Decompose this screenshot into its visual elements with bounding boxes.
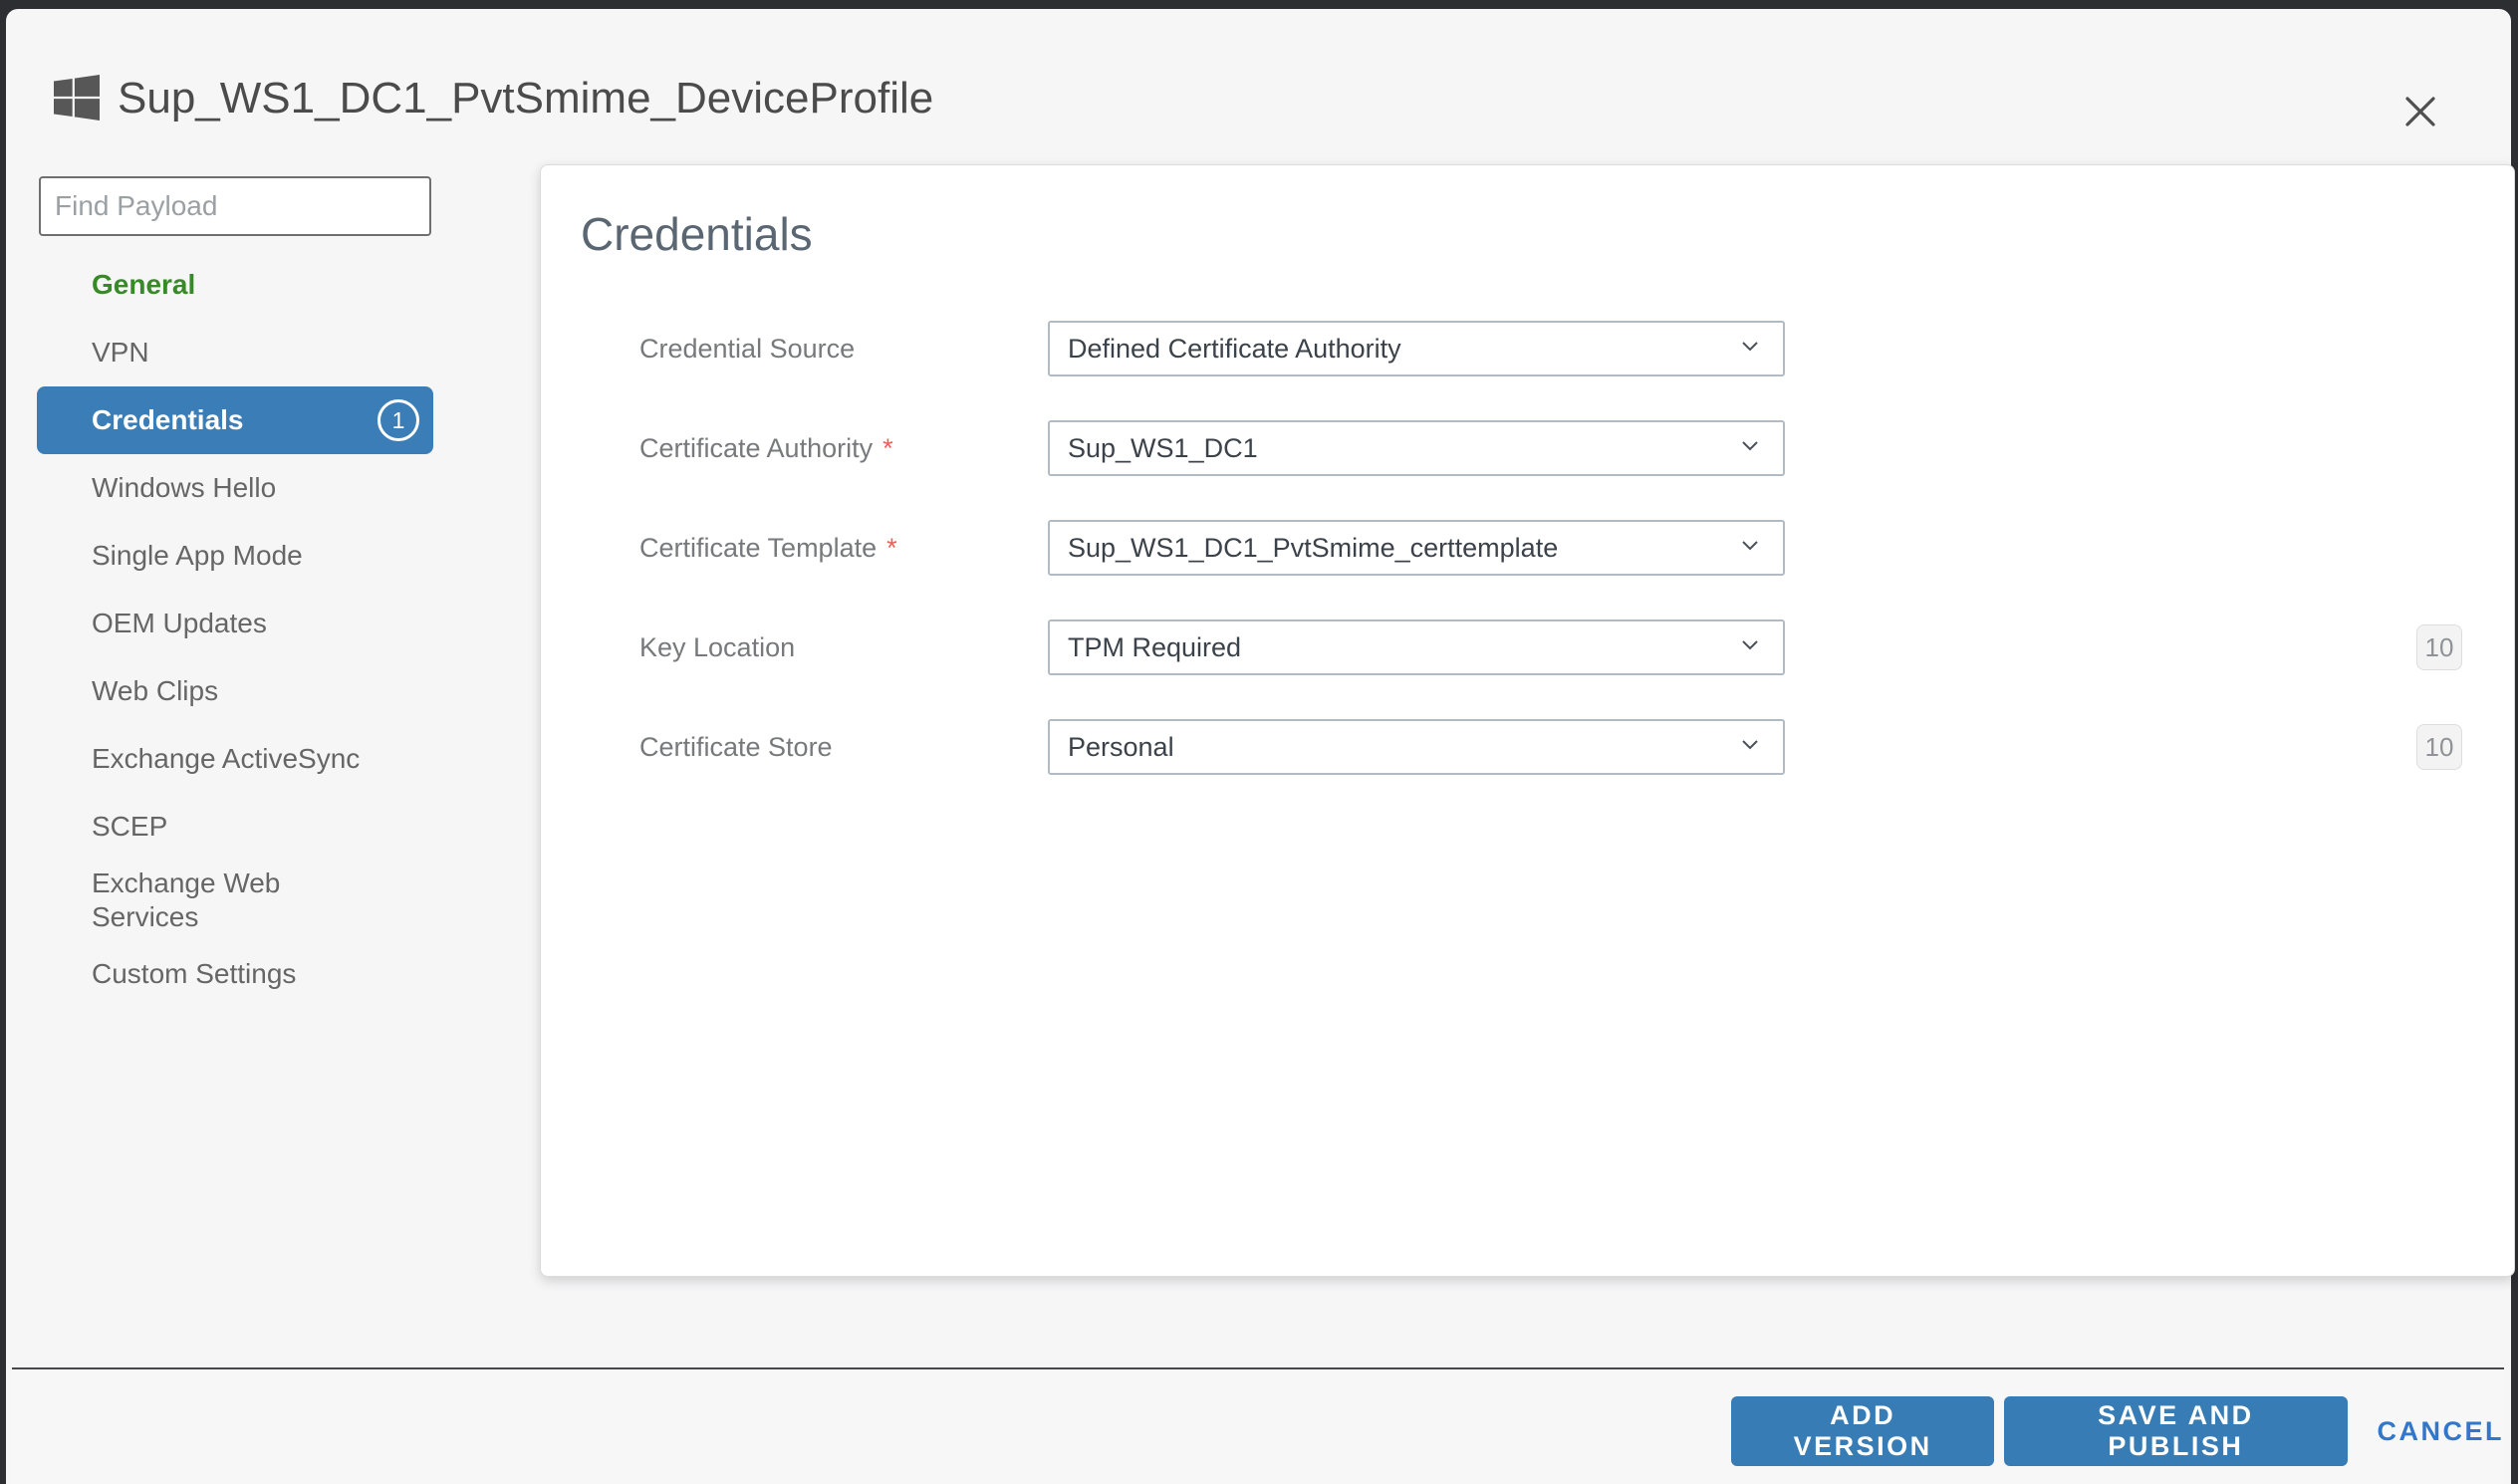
required-marker: * <box>882 433 893 463</box>
select-key-location[interactable]: TPM Required <box>1048 619 1785 675</box>
sidebar-item-vpn[interactable]: VPN <box>37 319 433 386</box>
select-credential-source[interactable]: Defined Certificate Authority <box>1048 321 1785 376</box>
select-value: Sup_WS1_DC1_PvtSmime_certtemplate <box>1068 533 1558 564</box>
form-row: Certificate Authority* Sup_WS1_DC1 <box>639 420 2462 476</box>
sidebar-item-label: Exchange Web Services <box>92 866 380 934</box>
form-row: Credential Source Defined Certificate Au… <box>639 321 2462 376</box>
device-profile-dialog: Sup_WS1_DC1_PvtSmime_DeviceProfile Gener… <box>6 9 2511 1484</box>
sidebar-item-label: Web Clips <box>92 674 218 708</box>
chevron-down-icon <box>1741 439 1759 457</box>
close-icon <box>2403 95 2437 131</box>
dialog-title: Sup_WS1_DC1_PvtSmime_DeviceProfile <box>118 73 933 124</box>
field-label: Certificate Store <box>639 732 1048 763</box>
sidebar-item-label: SCEP <box>92 810 167 844</box>
form-row: Key Location TPM Required 10 <box>639 619 2462 675</box>
sidebar-item-label: Windows Hello <box>92 471 276 505</box>
field-count-badge: 10 <box>2416 624 2462 670</box>
chevron-down-icon <box>1741 539 1759 557</box>
select-certificate-template[interactable]: Sup_WS1_DC1_PvtSmime_certtemplate <box>1048 520 1785 576</box>
sidebar-item-label: VPN <box>92 336 149 370</box>
footer: ADD VERSION SAVE AND PUBLISH CANCEL <box>12 1369 2504 1484</box>
sidebar-item-scep[interactable]: SCEP <box>37 793 433 861</box>
sidebar-item-oem-updates[interactable]: OEM Updates <box>37 590 433 657</box>
sidebar-item-label: Custom Settings <box>92 957 296 991</box>
find-payload-input[interactable] <box>39 176 431 236</box>
sidebar-item-exchange-activesync[interactable]: Exchange ActiveSync <box>37 725 433 793</box>
field-label: Certificate Authority* <box>639 433 1048 464</box>
required-marker: * <box>886 533 897 563</box>
sidebar-item-credentials[interactable]: Credentials 1 <box>37 386 433 454</box>
chevron-down-icon <box>1741 738 1759 756</box>
payload-nav: General VPN Credentials 1 Windows Hello … <box>37 251 433 1008</box>
sidebar-item-windows-hello[interactable]: Windows Hello <box>37 454 433 522</box>
select-certificate-authority[interactable]: Sup_WS1_DC1 <box>1048 420 1785 476</box>
sidebar-item-custom-settings[interactable]: Custom Settings <box>37 940 433 1008</box>
windows-logo-icon <box>54 75 100 121</box>
field-count-badge: 10 <box>2416 724 2462 770</box>
sidebar-item-web-clips[interactable]: Web Clips <box>37 657 433 725</box>
sidebar-item-exchange-web-services[interactable]: Exchange Web Services <box>37 861 433 940</box>
payload-panel: Credentials Credential Source Defined Ce… <box>540 164 2515 1277</box>
panel-heading: Credentials <box>581 207 2514 261</box>
select-value: Personal <box>1068 732 1174 763</box>
save-and-publish-button[interactable]: SAVE AND PUBLISH <box>2004 1396 2347 1466</box>
cancel-button[interactable]: CANCEL <box>2378 1396 2505 1466</box>
footer-actions: ADD VERSION SAVE AND PUBLISH CANCEL <box>1731 1396 2504 1466</box>
sidebar-item-label: General <box>92 268 195 302</box>
field-label: Key Location <box>639 632 1048 663</box>
chevron-down-icon <box>1741 638 1759 656</box>
sidebar-item-label: Single App Mode <box>92 539 303 573</box>
credentials-form: Credential Source Defined Certificate Au… <box>639 321 2462 819</box>
payload-count-badge: 1 <box>378 399 419 441</box>
select-certificate-store[interactable]: Personal <box>1048 719 1785 775</box>
sidebar-item-label: OEM Updates <box>92 607 267 640</box>
add-version-button[interactable]: ADD VERSION <box>1731 1396 1994 1466</box>
close-button[interactable] <box>2389 81 2452 144</box>
sidebar-item-label: Credentials <box>92 403 244 437</box>
sidebar-item-general[interactable]: General <box>37 251 433 319</box>
field-label: Certificate Template* <box>639 533 1048 564</box>
field-label: Credential Source <box>639 334 1048 365</box>
select-value: Sup_WS1_DC1 <box>1068 433 1258 464</box>
chevron-down-icon <box>1741 340 1759 358</box>
sidebar-item-label: Exchange ActiveSync <box>92 742 360 776</box>
form-row: Certificate Template* Sup_WS1_DC1_PvtSmi… <box>639 520 2462 576</box>
form-row: Certificate Store Personal 10 <box>639 719 2462 775</box>
select-value: TPM Required <box>1068 632 1241 663</box>
select-value: Defined Certificate Authority <box>1068 334 1401 365</box>
sidebar-item-single-app-mode[interactable]: Single App Mode <box>37 522 433 590</box>
